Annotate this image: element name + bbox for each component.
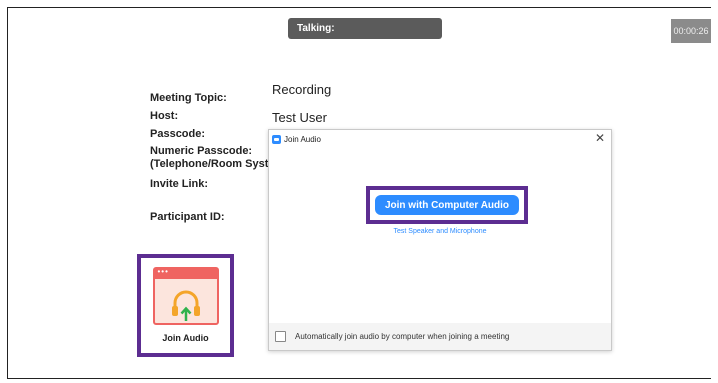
zoom-app-icon [272, 134, 281, 144]
talking-indicator: Talking: [288, 18, 442, 39]
close-icon[interactable]: ✕ [595, 131, 605, 145]
dialog-title-bar: Join Audio [272, 132, 321, 146]
join-audio-dialog: Join Audio ✕ Join with Computer Audio Te… [268, 129, 612, 351]
headphones-icon [171, 290, 200, 321]
auto-join-checkbox[interactable] [275, 331, 286, 342]
join-audio-tile-label: Join Audio [162, 333, 209, 343]
meeting-topic-label: Meeting Topic: [150, 92, 227, 104]
join-audio-tile[interactable]: ••• Join Audio [137, 254, 234, 357]
dialog-title: Join Audio [284, 134, 321, 144]
invite-link-label: Invite Link: [150, 178, 209, 190]
window-dots: ••• [154, 268, 217, 279]
meeting-topic-value: Recording [272, 82, 332, 97]
passcode-label: Passcode: [150, 128, 206, 140]
test-speaker-microphone-link[interactable]: Test Speaker and Microphone [269, 228, 611, 235]
join-with-computer-audio-button[interactable]: Join with Computer Audio [375, 195, 519, 215]
host-label: Host: [150, 110, 179, 122]
numeric-passcode-label: Numeric Passcode: [150, 145, 253, 157]
meeting-timer: 00:00:26 [671, 19, 711, 43]
participant-id-label: Participant ID: [150, 211, 225, 223]
join-button-highlight: Join with Computer Audio [366, 186, 528, 224]
join-audio-window-graphic: ••• [152, 267, 219, 325]
numeric-passcode-sublabel: (Telephone/Room System) [150, 158, 268, 170]
dialog-footer: Automatically join audio by computer whe… [269, 323, 611, 350]
auto-join-label: Automatically join audio by computer whe… [295, 332, 510, 341]
host-value: Test User [272, 110, 327, 125]
